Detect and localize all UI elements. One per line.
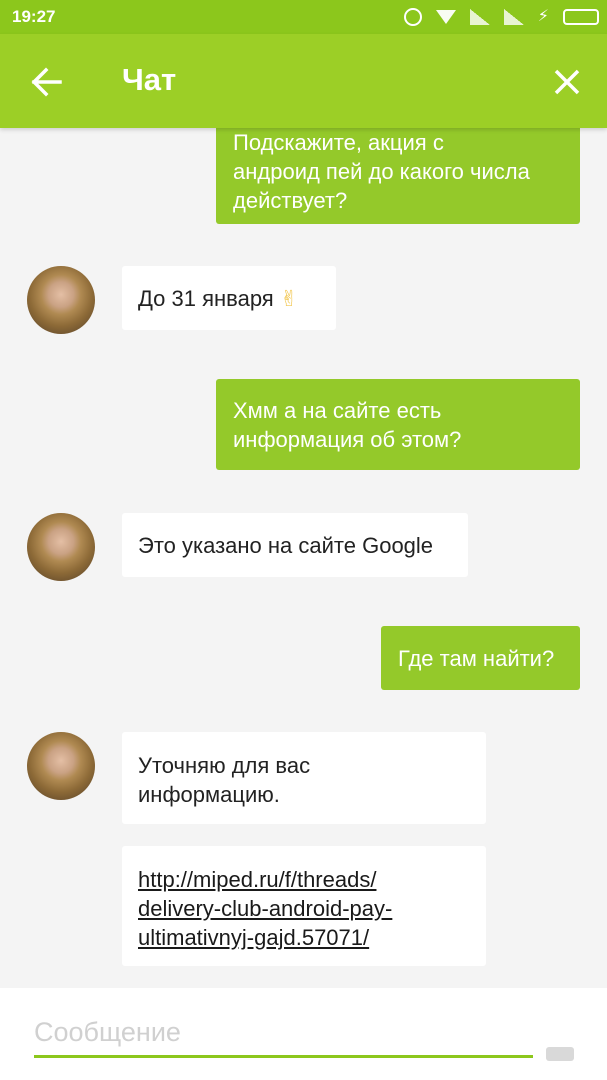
back-button[interactable] bbox=[26, 61, 68, 103]
close-button[interactable] bbox=[546, 61, 588, 103]
signal-icon bbox=[469, 9, 490, 25]
incoming-message[interactable]: http://miped.ru/f/threads/ delivery-club… bbox=[122, 846, 486, 966]
page-title: Чат bbox=[122, 62, 177, 97]
charging-icon: ⚡ bbox=[537, 8, 549, 25]
status-time: 19:27 bbox=[12, 7, 56, 26]
outgoing-message[interactable]: Хмм а на сайте есть информация об этом? bbox=[216, 379, 580, 470]
agent-avatar bbox=[27, 513, 95, 581]
incoming-message[interactable]: Это указано на сайте Google bbox=[122, 513, 468, 577]
status-icons: ⚡ bbox=[403, 6, 599, 28]
input-underline bbox=[34, 1055, 533, 1058]
message-text: До 31 января bbox=[138, 286, 274, 311]
message-line: информацию. bbox=[138, 782, 280, 807]
message-link[interactable]: delivery-club-android-pay- bbox=[138, 894, 470, 923]
incoming-message[interactable]: Уточняю для вас информацию. bbox=[122, 732, 486, 824]
send-button[interactable] bbox=[546, 1047, 574, 1061]
outgoing-message[interactable]: Подскажите, акция с андроид пей до каког… bbox=[216, 128, 580, 224]
message-composer bbox=[0, 988, 607, 1080]
alarm-icon bbox=[403, 8, 422, 26]
victory-hand-emoji: ✌ bbox=[279, 286, 299, 311]
battery-icon bbox=[563, 9, 599, 25]
agent-avatar bbox=[27, 266, 95, 334]
arrow-left-icon bbox=[31, 67, 62, 97]
message-line: информация об этом? bbox=[233, 427, 462, 452]
wifi-icon bbox=[435, 10, 456, 24]
message-line: Хмм а на сайте есть bbox=[233, 398, 442, 423]
message-link[interactable]: http://miped.ru/f/threads/ bbox=[138, 865, 470, 894]
message-link[interactable]: ultimativnyj-gajd.57071/ bbox=[138, 923, 470, 952]
message-line: Подскажите, акция с bbox=[233, 130, 444, 155]
chat-messages[interactable]: Подскажите, акция с андроид пей до каког… bbox=[0, 128, 607, 988]
message-line: Уточняю для вас bbox=[138, 753, 311, 778]
signal-icon bbox=[503, 9, 524, 25]
message-text: Это указано на сайте Google bbox=[138, 533, 434, 558]
agent-avatar bbox=[27, 732, 95, 800]
message-text: Где там найти? bbox=[398, 646, 555, 671]
incoming-message[interactable]: До 31 января ✌ bbox=[122, 266, 336, 330]
close-icon bbox=[554, 69, 580, 95]
app-bar: Чат bbox=[0, 34, 607, 128]
status-bar: 19:27 ⚡ bbox=[0, 0, 607, 34]
outgoing-message[interactable]: Где там найти? bbox=[381, 626, 580, 690]
message-line: андроид пей до какого числа bbox=[233, 159, 530, 184]
message-input[interactable] bbox=[34, 1010, 532, 1054]
message-line: действует? bbox=[233, 188, 348, 213]
